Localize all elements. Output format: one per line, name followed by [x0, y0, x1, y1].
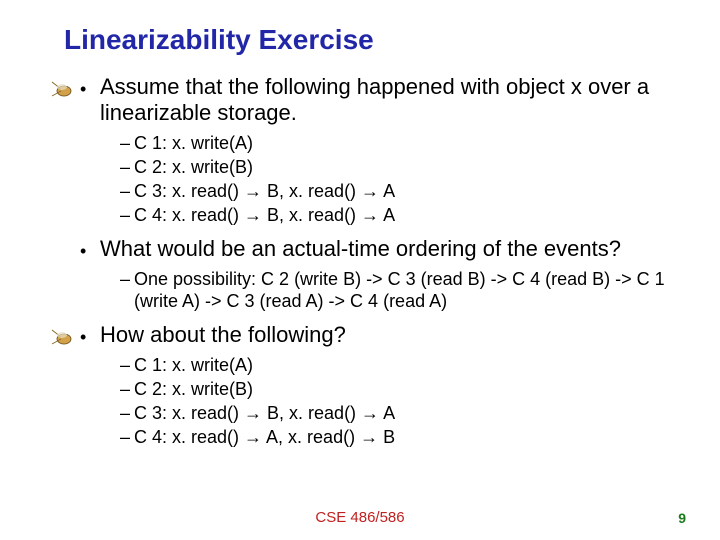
bullet-dot: •	[80, 326, 90, 348]
bee-icon	[48, 78, 74, 100]
page-number: 9	[678, 510, 686, 526]
bullet-dot: •	[80, 78, 90, 100]
bee-icon	[48, 326, 74, 348]
sub-c4: –C 4: x. read() → B, x. read() → A	[120, 204, 680, 226]
dash-icon: –	[120, 402, 134, 424]
dash-icon: –	[120, 378, 134, 400]
sub-text: C 1: x. write(A)	[134, 354, 680, 376]
sub-text: C 1: x. write(A)	[134, 132, 680, 154]
dash-icon: –	[120, 354, 134, 376]
dash-icon: –	[120, 180, 134, 202]
sub-c1b: –C 1: x. write(A)	[120, 354, 680, 376]
sub-text: C 3: x. read() → B, x. read() → A	[134, 402, 680, 424]
sub-possibility: –One possibility: C 2 (write B) -> C 3 (…	[120, 268, 680, 312]
dash-icon: –	[120, 204, 134, 226]
sub-c3b: –C 3: x. read() → B, x. read() → A	[120, 402, 680, 424]
sub-c2b: –C 2: x. write(B)	[120, 378, 680, 400]
slide: Linearizability Exercise • Assume that t…	[0, 0, 720, 540]
sub-text: C 2: x. write(B)	[134, 156, 680, 178]
sublist-1: –C 1: x. write(A) –C 2: x. write(B) –C 3…	[120, 132, 680, 226]
sub-text: C 2: x. write(B)	[134, 378, 680, 400]
sub-c3: –C 3: x. read() → B, x. read() → A	[120, 180, 680, 202]
bullet-ordering: • What would be an actual-time ordering …	[48, 236, 680, 262]
dash-icon: –	[120, 132, 134, 154]
bullet-assume: • Assume that the following happened wit…	[48, 74, 680, 126]
dash-icon: –	[120, 426, 134, 448]
spacer-icon	[48, 240, 74, 262]
bullet-text: How about the following?	[100, 322, 680, 348]
bullet-dot: •	[80, 240, 90, 262]
bullet-text: Assume that the following happened with …	[100, 74, 680, 126]
sublist-3: –C 1: x. write(A) –C 2: x. write(B) –C 3…	[120, 354, 680, 448]
bullet-howabout: • How about the following?	[48, 322, 680, 348]
sublist-2: –One possibility: C 2 (write B) -> C 3 (…	[120, 268, 680, 312]
footer-course: CSE 486/586	[0, 509, 720, 526]
slide-title: Linearizability Exercise	[64, 24, 680, 56]
sub-text: One possibility: C 2 (write B) -> C 3 (r…	[134, 268, 680, 312]
dash-icon: –	[120, 268, 134, 290]
dash-icon: –	[120, 156, 134, 178]
sub-c2: –C 2: x. write(B)	[120, 156, 680, 178]
sub-c4b: –C 4: x. read() → A, x. read() → B	[120, 426, 680, 448]
sub-text: C 3: x. read() → B, x. read() → A	[134, 180, 680, 202]
bullet-text: What would be an actual-time ordering of…	[100, 236, 680, 262]
sub-text: C 4: x. read() → A, x. read() → B	[134, 426, 680, 448]
sub-text: C 4: x. read() → B, x. read() → A	[134, 204, 680, 226]
sub-c1: –C 1: x. write(A)	[120, 132, 680, 154]
